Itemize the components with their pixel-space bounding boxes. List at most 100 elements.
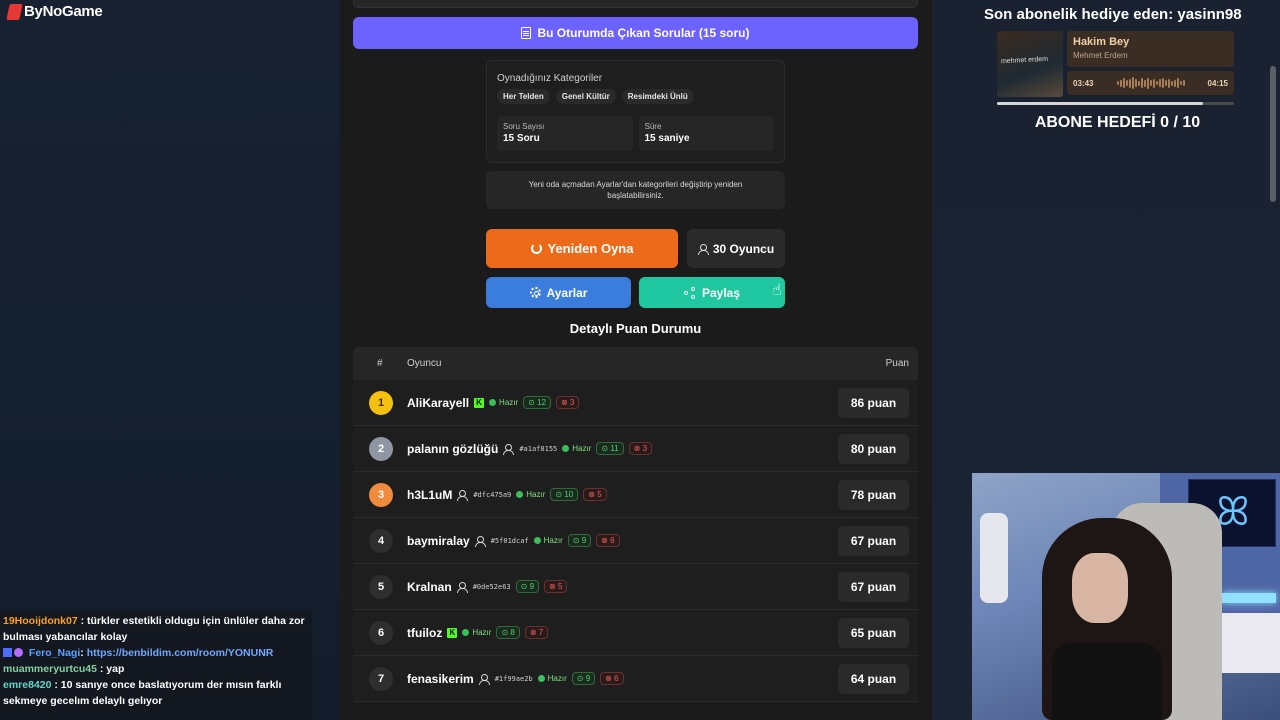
- sub-goal: ABONE HEDEFİ 0 / 10: [1034, 114, 1201, 131]
- streamer-body: [1052, 643, 1162, 720]
- replay-button[interactable]: Yeniden Oyna: [486, 229, 678, 268]
- song-progress-fill: [997, 102, 1204, 105]
- score-section-title: Detaylı Puan Durumu: [569, 321, 702, 336]
- stat-label: Süre: [644, 122, 662, 131]
- correct-value: 9: [585, 674, 591, 683]
- player-name: tfuiloz: [407, 625, 443, 640]
- rank-badge: 3: [369, 483, 393, 507]
- wrong-value: 7: [538, 628, 544, 637]
- replay-label: Yeniden Oyna: [547, 241, 634, 256]
- player-info: AliKarayell K Hazır ⊙ 12 ⊗ 3: [407, 395, 580, 410]
- player-score: 86 puan: [838, 388, 909, 418]
- players-button[interactable]: 30 Oyuncu: [687, 229, 785, 268]
- stat-label: Soru Sayısı: [503, 122, 545, 131]
- album-cover-text: mehmet erdem: [1000, 55, 1049, 66]
- user-icon: [474, 535, 486, 547]
- score-table: # Oyuncu Puan 1 AliKarayell K Hazır ⊙ 12 ⊗ 3 8…: [353, 347, 918, 702]
- time-current: 03:43: [1073, 78, 1094, 88]
- chat-message: emre8420 : 10 sanıye once baslatıyorum d…: [3, 677, 309, 709]
- streamer-face: [1072, 553, 1128, 623]
- check-icon: [562, 445, 570, 452]
- webcam-feed: ꕤ: [972, 473, 1280, 720]
- check-icon: [489, 399, 497, 406]
- header-score: Puan: [885, 358, 909, 369]
- gear-icon: [529, 287, 541, 298]
- music-player: mehmet erdem Hakim Bey Mehmet Erdem 03:4…: [997, 31, 1234, 106]
- correct-count: ⊙ 9: [571, 672, 596, 685]
- shelf: [1222, 613, 1280, 673]
- table-row: 1 AliKarayell K Hazır ⊙ 12 ⊗ 3 86 puan: [353, 380, 918, 426]
- chat-link[interactable]: https://benbildim.com/room/YONUNR: [87, 647, 274, 659]
- ready-status: Hazır: [462, 628, 491, 637]
- player-name: fenasikerim: [407, 671, 474, 686]
- led-lights: [1222, 593, 1276, 603]
- correct-count: ⊙ 8: [496, 626, 520, 639]
- wrong-value: 5: [557, 582, 563, 591]
- sub-gift-banner: Son abonelik hediye eden: yasinn98: [984, 6, 1242, 23]
- correct-count: ⊙ 11: [596, 442, 624, 455]
- kick-icon: K: [474, 397, 485, 408]
- page-scrollbar[interactable]: [1270, 66, 1276, 202]
- kick-icon: K: [447, 627, 458, 638]
- ready-label: Hazır: [499, 398, 519, 407]
- chat-text: : yap: [99, 663, 125, 675]
- chat-message: muammeryurtcu45 : yap: [3, 661, 309, 677]
- brand-logo[interactable]: ByNoGame: [6, 3, 103, 20]
- wrong-value: 3: [642, 444, 648, 453]
- chat-message: 19Hooijdonk07 : türkler estetikli oldugu…: [3, 613, 309, 645]
- wrong-count: ⊗ 3: [556, 396, 580, 409]
- ready-status: Hazır: [516, 490, 545, 499]
- correct-value: 12: [537, 398, 547, 407]
- rank-badge: 6: [369, 621, 393, 645]
- player-id: #5f01dcaf: [490, 536, 529, 545]
- player-info: palanın gözlüğü #a1af8155 Hazır ⊙ 11 ⊗ 3: [407, 441, 653, 456]
- ready-label: Hazır: [472, 628, 492, 637]
- table-header: # Oyuncu Puan: [353, 347, 918, 380]
- table-row: 3 h3L1uM #dfc475a9 Hazır ⊙ 10 ⊗ 5 78 puan: [353, 472, 918, 518]
- wrong-count: ⊗ 5: [583, 488, 607, 501]
- question-count-stat: Soru Sayısı 15 Soru: [497, 116, 633, 151]
- categories-title: Oynadığınız Kategoriler: [497, 73, 603, 84]
- player-id: #0de52e63: [472, 582, 511, 591]
- chat-username: Fero_Nagi: [28, 647, 81, 659]
- player-score: 64 puan: [838, 664, 909, 694]
- correct-value: 8: [510, 628, 515, 637]
- player-info: Kralnan #0de52e63 ⊙ 9 ⊗ 5: [407, 580, 568, 594]
- rank-badge: 4: [369, 529, 393, 553]
- table-row: 5 Kralnan #0de52e63 ⊙ 9 ⊗ 5 67 puan: [353, 564, 918, 610]
- duration-stat: Süre 15 saniye: [638, 116, 774, 151]
- settings-label: Ayarlar: [546, 285, 588, 300]
- categories-card: Oynadığınız Kategoriler Her Telden Genel…: [486, 60, 785, 163]
- share-icon: [683, 286, 696, 299]
- ready-status: Hazır: [537, 674, 567, 683]
- wrong-count: ⊗ 3: [628, 442, 653, 455]
- settings-button[interactable]: Ayarlar: [486, 277, 631, 308]
- player-info: baymiralay #5f01dcaf Hazır ⊙ 9 ⊗ 6: [407, 534, 620, 548]
- ready-label: Hazır: [547, 674, 567, 683]
- top-card-edge: [353, 0, 918, 8]
- correct-count: ⊙ 10: [550, 488, 579, 501]
- session-questions-button[interactable]: Bu Oturumda Çıkan Sorular (15 soru): [353, 17, 918, 49]
- wrong-count: ⊗ 7: [524, 626, 549, 639]
- song-progress: [997, 102, 1234, 105]
- song-time: 03:43 04:15: [1067, 71, 1234, 95]
- header-player: Oyuncu: [407, 358, 442, 369]
- player-name: palanın gözlüğü: [407, 441, 499, 456]
- table-row: 7 fenasikerim #1f99ae2b Hazır ⊙ 9 ⊗ 6 64 puan: [353, 656, 918, 702]
- song-info: Hakim Bey Mehmet Erdem: [1067, 31, 1234, 67]
- brand-logo-icon: [6, 3, 23, 20]
- correct-value: 9: [581, 536, 587, 545]
- check-icon: [537, 675, 545, 682]
- ready-label: Hazır: [526, 490, 546, 499]
- ready-status: Hazır: [533, 536, 563, 545]
- correct-count: ⊙ 9: [567, 534, 592, 547]
- correct-count: ⊙ 9: [515, 580, 540, 593]
- player-name: baymiralay: [407, 533, 470, 548]
- share-button[interactable]: Paylaş: [639, 277, 785, 308]
- waveform-icon: [1116, 77, 1185, 89]
- share-label: Paylaş: [701, 285, 741, 300]
- player-name: AliKarayell: [407, 395, 470, 410]
- wrong-value: 6: [610, 536, 615, 545]
- wrong-value: 6: [614, 674, 619, 683]
- ready-status: Hazır: [489, 398, 518, 407]
